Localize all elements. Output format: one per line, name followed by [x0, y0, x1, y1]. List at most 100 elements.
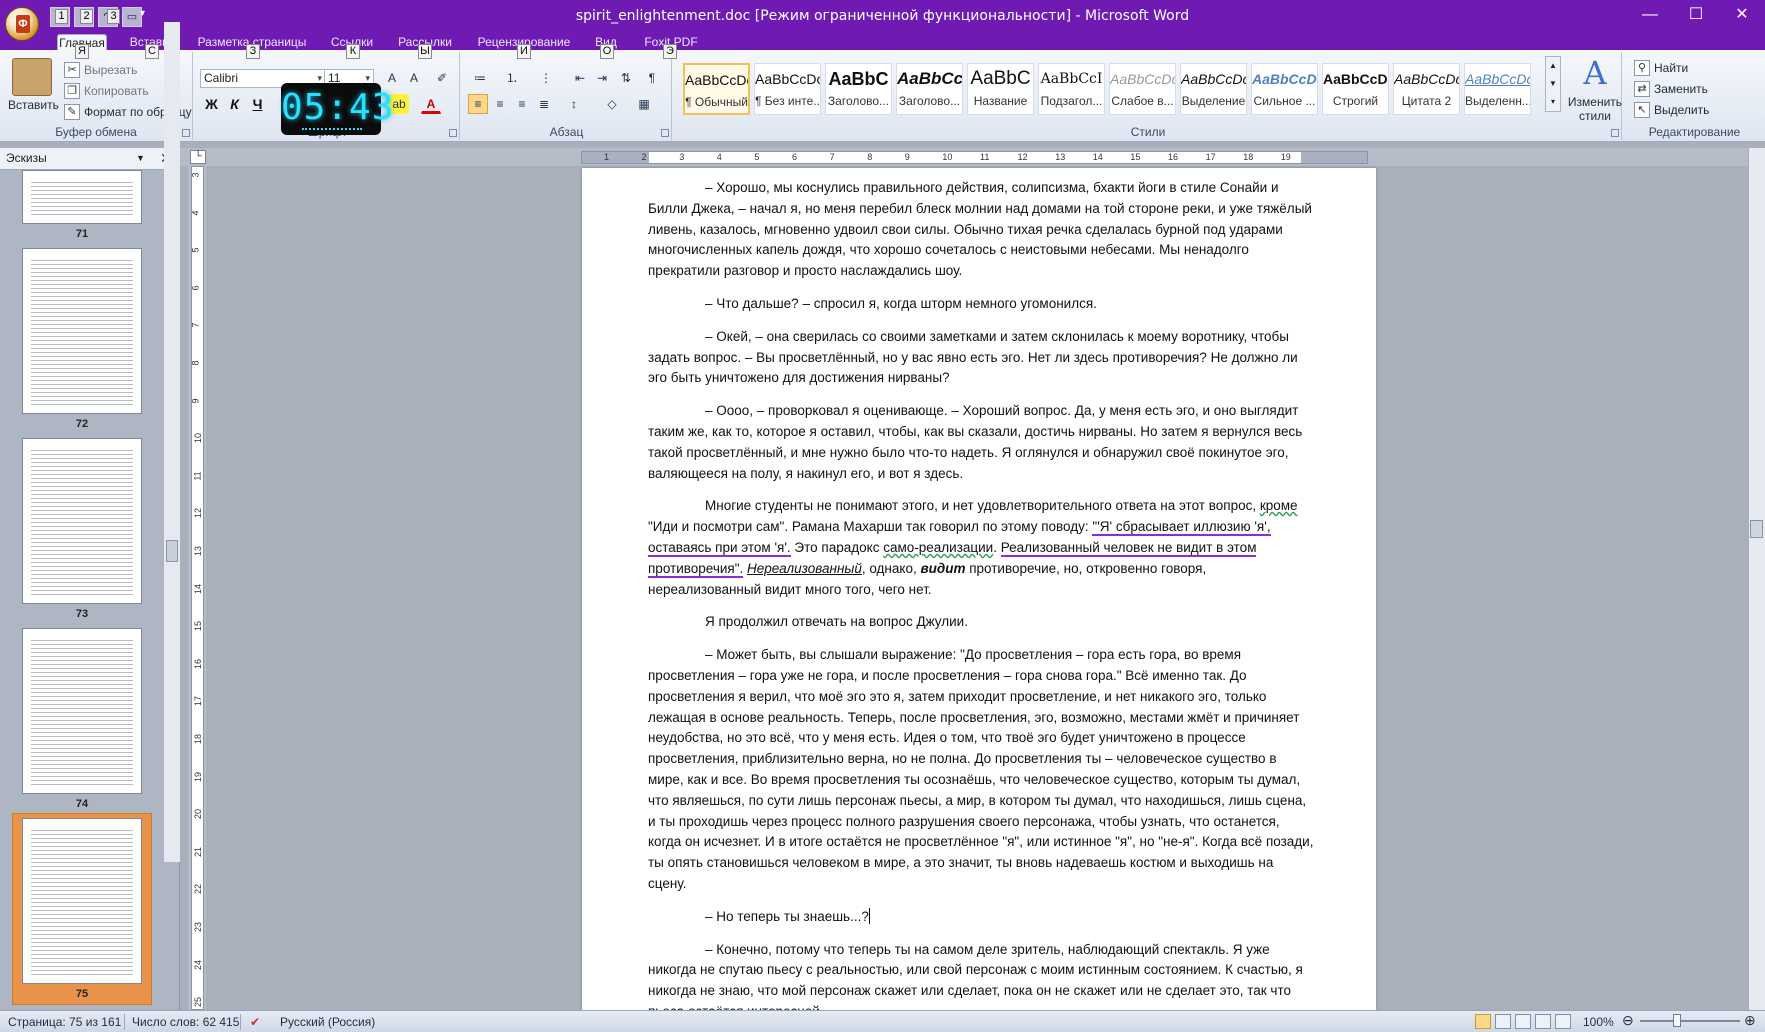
align-center-icon[interactable]: ≡ [490, 94, 510, 114]
styles-scroll-icon[interactable]: ▲ ▼ ▾ [1545, 56, 1561, 112]
document-scroll-thumb[interactable] [1750, 520, 1763, 538]
qat-keytip-2: 2 [80, 9, 93, 24]
pane-scroll-thumb[interactable] [166, 540, 178, 562]
paste-icon[interactable] [12, 58, 52, 96]
select-button[interactable]: ↖ Выделить [1634, 102, 1709, 118]
style-quote-2[interactable]: AaBbCcDc Цитата 2 [1393, 63, 1460, 115]
shrink-font-icon[interactable]: A [404, 68, 424, 88]
customize-qat-icon[interactable]: ▾ [140, 8, 145, 19]
pane-title[interactable]: Эскизы [6, 151, 47, 165]
language[interactable]: Русский (Россия) [280, 1015, 375, 1029]
replace-button[interactable]: ⇄ Заменить [1634, 81, 1708, 97]
zoom-slider[interactable] [1640, 1020, 1740, 1022]
numbering-icon[interactable]: ⒈ [502, 68, 522, 88]
document-scrollbar[interactable] [1748, 148, 1765, 1010]
grow-font-icon[interactable]: A [382, 68, 402, 88]
style-heading-2[interactable]: AaBbCc Заголово... [896, 63, 963, 115]
italic-button[interactable]: К [224, 94, 245, 115]
thumbnail-page-74[interactable] [22, 628, 142, 794]
zoom-level[interactable]: 100% [1583, 1015, 1614, 1029]
find-label: Найти [1654, 61, 1689, 75]
font-dialog-launcher[interactable] [449, 129, 457, 137]
select-label: Выделить [1654, 103, 1710, 117]
office-button[interactable]: Ф [5, 7, 39, 41]
style-title[interactable]: AaBbC Название [967, 63, 1034, 115]
document-body[interactable]: – Хорошо, мы коснулись правильного дейст… [648, 178, 1315, 1032]
align-left-icon[interactable]: ≡ [468, 94, 488, 114]
minimize-button[interactable]: — [1627, 0, 1673, 32]
page-count[interactable]: Страница: 75 из 161 [8, 1015, 121, 1029]
zoom-in-icon[interactable]: ⊕ [1744, 1012, 1756, 1029]
underline-button[interactable]: Ч [247, 94, 268, 115]
maximize-button[interactable]: ☐ [1673, 0, 1719, 32]
thumbnail-page-73[interactable] [22, 438, 142, 604]
paragraph-8: – Но теперь ты знаешь...? [648, 907, 1315, 928]
vertical-ruler-tick: 10 [193, 433, 204, 444]
paste-button[interactable]: Вставить [8, 98, 59, 112]
outline-view-icon[interactable] [1535, 1014, 1551, 1029]
change-styles-icon[interactable]: A [1570, 54, 1620, 92]
thumbnail-page-71[interactable] [22, 170, 142, 224]
paragraph-dialog-launcher[interactable] [661, 129, 669, 137]
vertical-ruler-tick: 11 [192, 471, 203, 481]
styles-dialog-launcher[interactable] [1611, 129, 1619, 137]
pane-scrollbar[interactable] [164, 22, 180, 862]
copy-button[interactable]: ❐ Копировать [64, 83, 149, 99]
ruler-tick: 12 [1017, 152, 1028, 162]
ruler-tick: 17 [1205, 152, 1216, 162]
sort-icon[interactable]: ⇅ [616, 68, 636, 88]
justify-icon[interactable]: ≣ [534, 94, 554, 114]
increase-indent-icon[interactable]: ⇥ [592, 68, 612, 88]
print-icon[interactable]: ▭ [122, 7, 142, 27]
show-marks-icon[interactable]: ¶ [642, 68, 662, 88]
bullets-icon[interactable]: ≔ [470, 68, 490, 88]
style-subtle-emphasis[interactable]: AaBbCcDc Слабое в... [1109, 63, 1176, 115]
cut-button[interactable]: ✂ Вырезать [64, 62, 137, 78]
multilevel-list-icon[interactable]: ⋮ [536, 68, 556, 88]
zoom-slider-knob[interactable] [1673, 1014, 1681, 1027]
align-right-icon[interactable]: ≡ [512, 94, 532, 114]
shading-icon[interactable]: ◇ [602, 94, 622, 114]
change-styles-button[interactable]: Изменить стили [1565, 95, 1625, 123]
text-run: видит [920, 560, 966, 576]
vertical-ruler-tick: 8 [190, 360, 201, 366]
text-run: , однако, [861, 560, 921, 576]
proofing-icon[interactable]: ✔ [250, 1015, 260, 1029]
thumbnail-page-75[interactable] [22, 818, 142, 984]
print-layout-view-icon[interactable] [1475, 1014, 1491, 1029]
copy-icon: ❐ [64, 83, 80, 99]
web-view-icon[interactable] [1515, 1014, 1531, 1029]
borders-icon[interactable]: ▦ [634, 94, 654, 114]
style-intense-quote[interactable]: AaBbCcDc Выделенн... [1464, 63, 1531, 115]
style-emphasis[interactable]: AaBbCcDc Выделение [1180, 63, 1247, 115]
style-sample: AaBbCcDc [1252, 71, 1317, 87]
keytip-references: К [346, 44, 360, 59]
style-no-spacing[interactable]: AaBbCcDc ¶ Без инте... [754, 63, 821, 115]
word-window: spirit_enlightenment.doc [Режим ограниче… [0, 0, 1765, 1032]
pane-dropdown-icon[interactable]: ▼ [136, 153, 145, 163]
draft-view-icon[interactable] [1555, 1014, 1571, 1029]
clipboard-dialog-launcher[interactable] [182, 129, 190, 137]
clear-format-icon[interactable]: ✐ [432, 68, 452, 88]
line-spacing-icon[interactable]: ↕ [564, 94, 584, 114]
decrease-indent-icon[interactable]: ⇤ [570, 68, 590, 88]
style-normal[interactable]: AaBbCcDc ¶ Обычный [683, 63, 750, 115]
find-button[interactable]: ⚲ Найти [1634, 60, 1688, 76]
full-screen-view-icon[interactable] [1495, 1014, 1511, 1029]
font-color-icon[interactable]: A [421, 94, 441, 114]
text-run: Многие студенты не понимают этого, и нет… [705, 498, 1260, 514]
zoom-out-icon[interactable]: ⊖ [1622, 1012, 1634, 1029]
close-window-button[interactable]: ✕ [1719, 0, 1765, 32]
bold-button[interactable]: Ж [201, 94, 222, 115]
thumbnail-page-72[interactable] [22, 248, 142, 414]
style-intense-emphasis[interactable]: AaBbCcDc Сильное ... [1251, 63, 1318, 115]
style-heading-1[interactable]: AaBbC Заголово... [825, 63, 892, 115]
style-strong[interactable]: AaBbCcDc Строгий [1322, 63, 1389, 115]
tab-selector-icon[interactable]: └ [190, 150, 206, 164]
style-subtitle[interactable]: AaBbCcI Подзагол... [1038, 63, 1105, 115]
replace-icon: ⇄ [1634, 81, 1650, 97]
qat-keytip-1: 1 [55, 9, 68, 24]
word-count[interactable]: Число слов: 62 415 [132, 1015, 239, 1029]
vertical-ruler-tick: 13 [193, 545, 204, 557]
ruler-tick: 3 [679, 152, 685, 162]
